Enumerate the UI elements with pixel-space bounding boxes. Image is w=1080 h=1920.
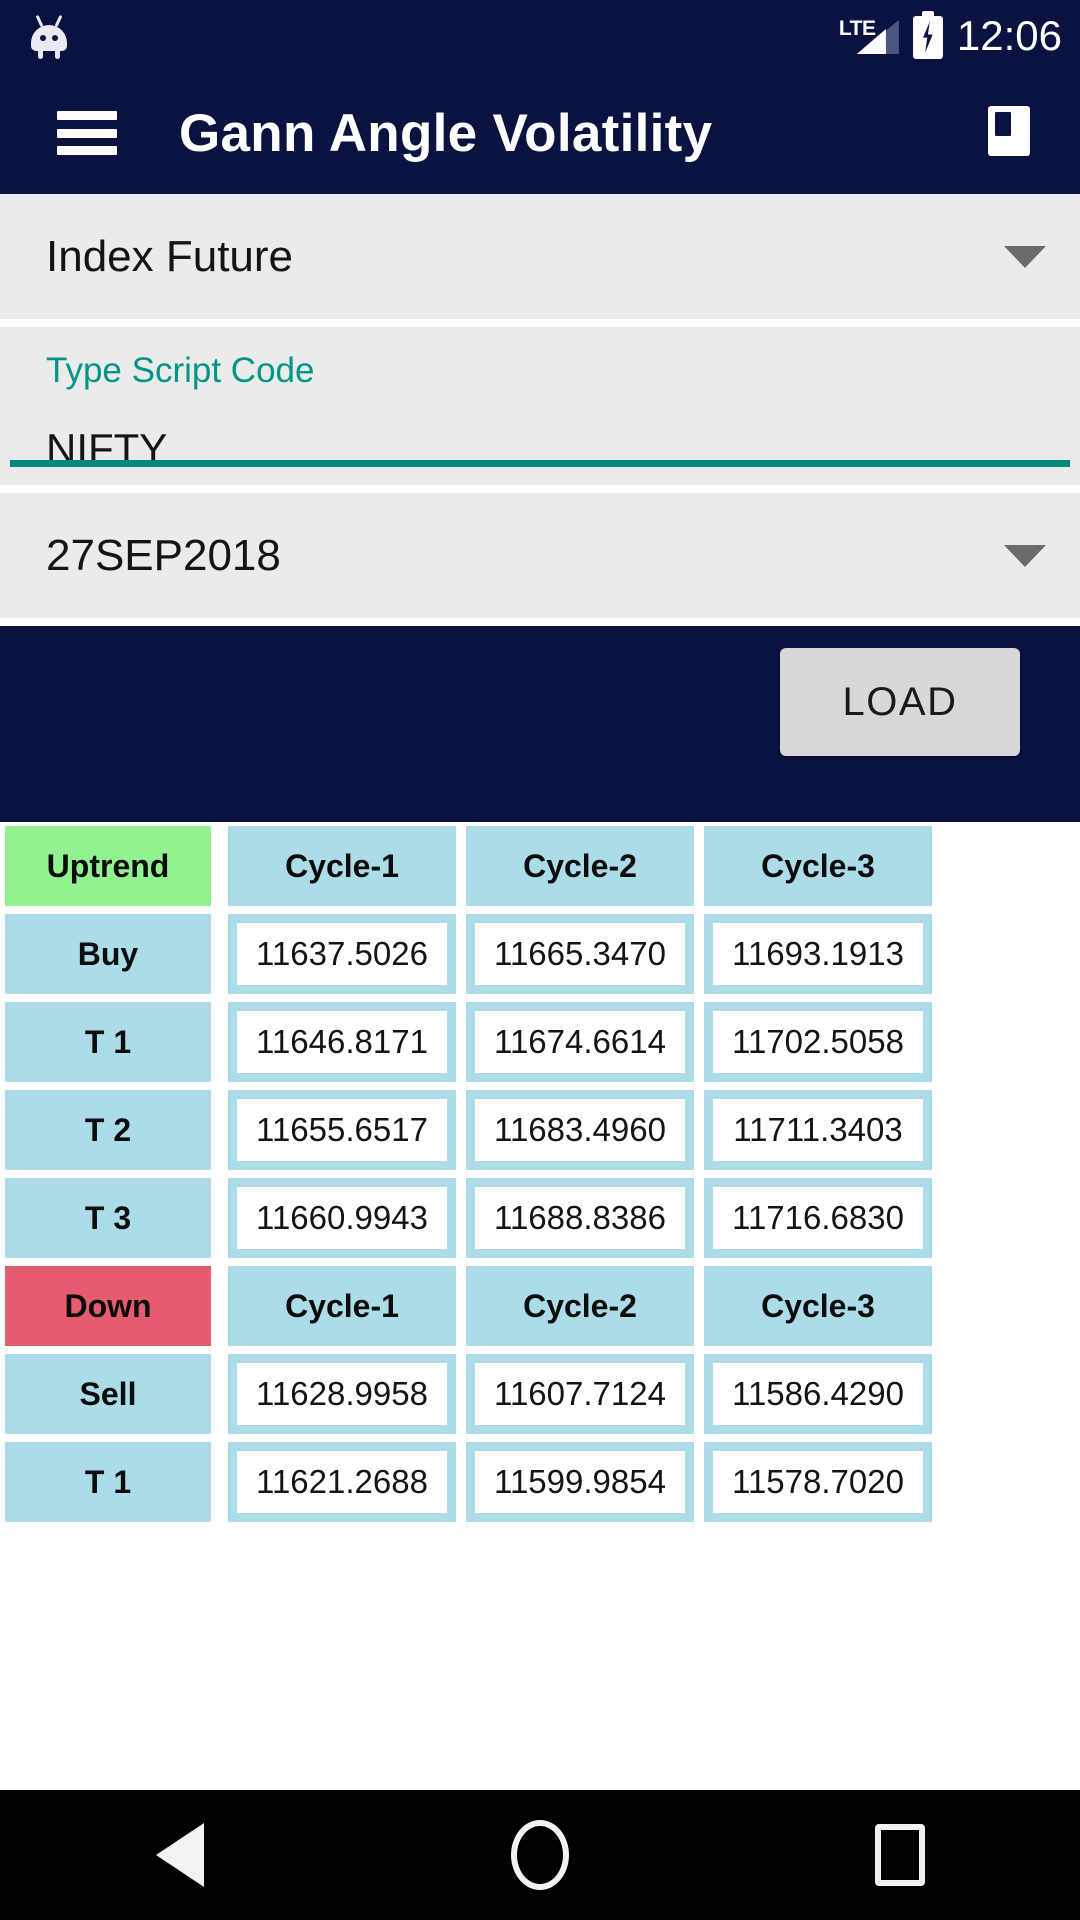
- home-circle-icon[interactable]: [480, 1810, 600, 1900]
- downtrend-header-row: Down Cycle-1 Cycle-2 Cycle-3: [0, 1262, 1080, 1350]
- lte-label: LTE: [838, 17, 876, 40]
- row-label: Sell: [5, 1354, 211, 1434]
- row-value: 11607.7124: [466, 1354, 694, 1434]
- row-value: 11655.6517: [228, 1090, 456, 1170]
- script-code-label: Type Script Code: [46, 351, 315, 390]
- lte-signal-icon: LTE: [839, 13, 899, 59]
- row-value: 11578.7020: [704, 1442, 932, 1522]
- row-value: 11674.6614: [466, 1002, 694, 1082]
- table-row: Buy 11637.5026 11665.3470 11693.1913: [0, 910, 1080, 998]
- gann-levels-table: Uptrend Cycle-1 Cycle-2 Cycle-3 Buy 1163…: [0, 822, 1080, 1526]
- column-header-cycle-2: Cycle-2: [466, 1266, 694, 1346]
- row-value: 11711.3403: [704, 1090, 932, 1170]
- table-row: T 2 11655.6517 11683.4960 11711.3403: [0, 1086, 1080, 1174]
- table-row: T 3 11660.9943 11688.8386 11716.6830: [0, 1174, 1080, 1262]
- chevron-down-icon: [1004, 544, 1046, 567]
- row-label: T 2: [5, 1090, 211, 1170]
- script-code-field[interactable]: Type Script Code NIFTY: [0, 327, 1080, 485]
- uptrend-header-row: Uptrend Cycle-1 Cycle-2 Cycle-3: [0, 822, 1080, 910]
- row-value: 11716.6830: [704, 1178, 932, 1258]
- table-row: T 1 11621.2688 11599.9854 11578.7020: [0, 1438, 1080, 1526]
- uptrend-badge: Uptrend: [5, 826, 211, 906]
- column-header-cycle-2: Cycle-2: [466, 826, 694, 906]
- downtrend-badge: Down: [5, 1266, 211, 1346]
- hamburger-menu-icon[interactable]: [57, 111, 117, 155]
- bookmark-icon[interactable]: [988, 106, 1030, 156]
- status-bar-right: LTE 12:06: [839, 0, 1062, 72]
- column-header-cycle-3: Cycle-3: [704, 1266, 932, 1346]
- load-button[interactable]: LOAD: [780, 648, 1020, 756]
- app-bar: Gann Angle Volatility: [0, 72, 1080, 194]
- row-value: 11599.9854: [466, 1442, 694, 1522]
- row-value: 11693.1913: [704, 914, 932, 994]
- row-value: 11628.9958: [228, 1354, 456, 1434]
- column-header-cycle-1: Cycle-1: [228, 826, 456, 906]
- row-value: 11660.9943: [228, 1178, 456, 1258]
- row-label: Buy: [5, 914, 211, 994]
- expiry-dropdown[interactable]: 27SEP2018: [0, 493, 1080, 618]
- row-label: T 1: [5, 1002, 211, 1082]
- row-value: 11702.5058: [704, 1002, 932, 1082]
- column-header-cycle-3: Cycle-3: [704, 826, 932, 906]
- row-value: 11688.8386: [466, 1178, 694, 1258]
- load-action-bar: LOAD: [0, 626, 1080, 822]
- recents-square-icon[interactable]: [840, 1810, 960, 1900]
- battery-charging-icon: [912, 10, 943, 59]
- row-label: T 3: [5, 1178, 211, 1258]
- back-triangle-icon[interactable]: [120, 1810, 240, 1900]
- row-value: 11646.8171: [228, 1002, 456, 1082]
- row-value: 11637.5026: [228, 914, 456, 994]
- row-value: 11621.2688: [228, 1442, 456, 1522]
- row-value: 11586.4290: [704, 1354, 932, 1434]
- field-underline: [10, 460, 1070, 467]
- page-title: Gann Angle Volatility: [179, 103, 713, 163]
- row-label: T 1: [5, 1442, 211, 1522]
- segment-value: Index Future: [46, 231, 294, 281]
- row-value: 11665.3470: [466, 914, 694, 994]
- android-robot-icon: [26, 13, 72, 59]
- chevron-down-icon: [1004, 245, 1046, 268]
- segment-dropdown[interactable]: Index Future: [0, 194, 1080, 319]
- status-bar: LTE 12:06: [0, 0, 1080, 72]
- column-header-cycle-1: Cycle-1: [228, 1266, 456, 1346]
- row-value: 11683.4960: [466, 1090, 694, 1170]
- form-section: Index Future Type Script Code NIFTY 27SE…: [0, 194, 1080, 618]
- table-row: Sell 11628.9958 11607.7124 11586.4290: [0, 1350, 1080, 1438]
- status-bar-clock: 12:06: [956, 12, 1062, 59]
- table-row: T 1 11646.8171 11674.6614 11702.5058: [0, 998, 1080, 1086]
- android-navigation-bar: [0, 1790, 1080, 1920]
- expiry-value: 27SEP2018: [46, 530, 281, 580]
